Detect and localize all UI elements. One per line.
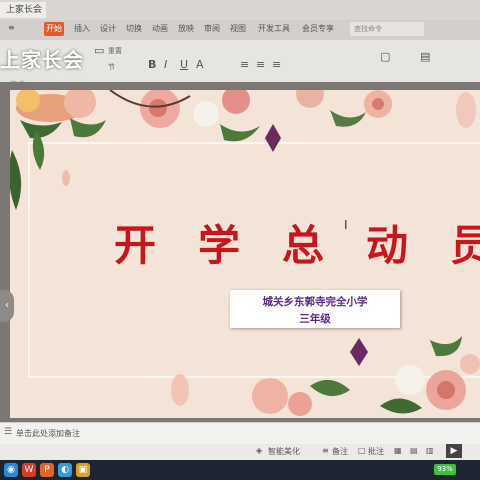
tab-design[interactable]: 设计 — [100, 23, 116, 34]
school-name: 城关乡东郭寺完全小学 — [262, 296, 368, 308]
video-overlay-title: 上家长会 — [0, 48, 84, 72]
play-slideshow-button[interactable]: ▶ — [446, 444, 462, 458]
align-center-icon[interactable]: ≡ — [256, 58, 265, 71]
tab-animation[interactable]: 动画 — [152, 23, 168, 34]
comment-icon[interactable]: □ — [358, 446, 366, 455]
italic-icon[interactable]: I — [164, 58, 167, 71]
tab-developer[interactable]: 开发工具 — [258, 23, 290, 34]
slide-caption-box[interactable]: 城关乡东郭寺完全小学 三年级 — [230, 290, 400, 328]
panel-toggle-button[interactable]: ‹ — [0, 290, 14, 322]
text-cursor-icon: I — [344, 218, 348, 232]
notes-icon: ☰ — [4, 427, 13, 437]
align-left-icon[interactable]: ≡ — [240, 58, 249, 71]
document-tab[interactable]: 上家长会 — [0, 2, 46, 18]
notes-toggle-button[interactable]: 备注 — [332, 446, 348, 457]
status-bar — [0, 444, 480, 460]
normal-view-icon[interactable]: ▦ — [394, 446, 402, 455]
notes-placeholder[interactable]: 单击此处添加备注 — [16, 428, 80, 439]
underline-icon[interactable]: U — [180, 58, 188, 71]
tab-insert[interactable]: 插入 — [74, 23, 90, 34]
taskbar — [0, 460, 480, 480]
slide[interactable]: 开学总动员 城关乡东郭寺完全小学 三年级 I — [10, 90, 480, 418]
bold-icon[interactable]: B — [148, 58, 156, 71]
browser-icon[interactable]: ◐ — [58, 463, 72, 477]
menu-icon[interactable]: ≡ — [8, 23, 15, 32]
wps-writer-icon[interactable]: W — [22, 463, 36, 477]
tab-member[interactable]: 会员专享 — [302, 23, 334, 34]
arrange-icon[interactable]: ▤ — [420, 50, 430, 63]
search-command-input[interactable]: 查找命令 — [350, 22, 424, 36]
tab-slideshow[interactable]: 放映 — [178, 23, 194, 34]
battery-indicator: 93% — [434, 464, 456, 475]
beautify-button[interactable]: 智能美化 — [268, 446, 300, 457]
start-icon[interactable]: ◉ — [4, 463, 18, 477]
sorter-view-icon[interactable]: ▤ — [410, 446, 418, 455]
grade-label: 三年级 — [299, 313, 331, 325]
section-label[interactable]: 节 — [108, 62, 115, 72]
tab-review[interactable]: 审阅 — [204, 23, 220, 34]
tab-transition[interactable]: 切换 — [126, 23, 142, 34]
align-right-icon[interactable]: ≡ — [272, 58, 281, 71]
reading-view-icon[interactable]: ▥ — [426, 446, 434, 455]
title-bar — [0, 0, 480, 20]
shape-icon[interactable]: ▢ — [380, 50, 390, 63]
folder-icon[interactable]: ▣ — [76, 463, 90, 477]
beautify-icon[interactable]: ◈ — [256, 446, 262, 455]
tab-start[interactable]: 开始 — [44, 22, 64, 36]
new-slide-icon[interactable]: ▭ — [94, 44, 104, 57]
comment-button[interactable]: 批注 — [368, 446, 384, 457]
tab-view[interactable]: 视图 — [230, 23, 246, 34]
slide-title[interactable]: 开学总动员 — [114, 212, 480, 273]
notes-toggle-icon[interactable]: ≡ — [322, 446, 329, 455]
font-color-icon[interactable]: A — [196, 58, 204, 71]
reset-label[interactable]: 重置 — [108, 46, 122, 56]
wps-presentation-icon[interactable]: P — [40, 463, 54, 477]
